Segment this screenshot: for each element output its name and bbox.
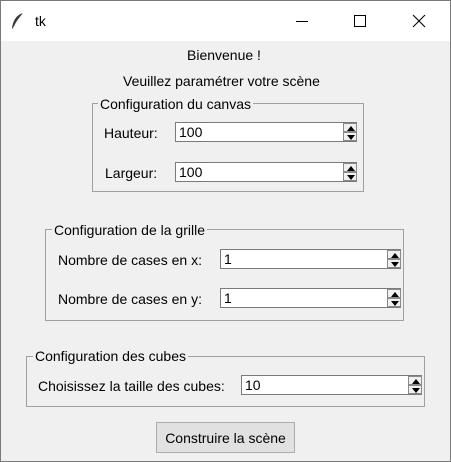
arrow-down-icon	[347, 135, 355, 140]
height-label: Hauteur:	[104, 125, 158, 141]
grid-x-spin-arrows[interactable]	[387, 250, 401, 268]
height-spin-arrows[interactable]	[343, 123, 357, 141]
maximize-button[interactable]	[331, 1, 389, 41]
instruction-label: Veuillez paramétrer votre scène	[123, 73, 320, 89]
window-title: tk	[35, 13, 46, 29]
cube-size-decrement-button[interactable]	[408, 385, 422, 394]
arrow-down-icon	[347, 175, 355, 180]
arrow-down-icon	[391, 301, 399, 306]
arrow-up-icon	[391, 253, 399, 258]
grid-y-label: Nombre de cases en y:	[58, 291, 202, 307]
width-spinbox[interactable]	[175, 162, 357, 182]
grid-y-spinbox[interactable]	[220, 288, 401, 308]
welcome-label: Bienvenue !	[187, 47, 261, 63]
height-increment-button[interactable]	[343, 123, 357, 132]
width-increment-button[interactable]	[343, 163, 357, 172]
grid-y-increment-button[interactable]	[387, 289, 401, 298]
grid-y-input[interactable]	[221, 289, 383, 307]
width-spin-arrows[interactable]	[343, 163, 357, 181]
arrow-up-icon	[412, 379, 420, 384]
grid-y-decrement-button[interactable]	[387, 298, 401, 307]
arrow-down-icon	[391, 262, 399, 267]
grid-x-spinbox[interactable]	[220, 249, 401, 269]
cube-size-spinbox[interactable]	[241, 375, 422, 395]
grid-x-label: Nombre de cases en x:	[58, 252, 202, 268]
arrow-up-icon	[347, 126, 355, 131]
app-window: tk Bienvenue ! Veuillez paramétrer votre…	[0, 0, 451, 462]
grid-config-legend: Configuration de la grille	[52, 222, 207, 238]
cube-size-spin-arrows[interactable]	[408, 376, 422, 394]
height-spinbox[interactable]	[175, 122, 357, 142]
minimize-button[interactable]	[273, 1, 331, 41]
grid-x-decrement-button[interactable]	[387, 259, 401, 268]
width-label: Largeur:	[105, 165, 158, 181]
arrow-down-icon	[412, 388, 420, 393]
maximize-icon	[354, 15, 366, 27]
feather-icon	[12, 12, 24, 29]
build-scene-button[interactable]: Construire la scène	[156, 422, 295, 453]
arrow-up-icon	[347, 166, 355, 171]
cube-config-legend: Configuration des cubes	[33, 348, 188, 364]
width-input[interactable]	[176, 163, 339, 181]
arrow-up-icon	[391, 292, 399, 297]
close-button[interactable]	[390, 1, 448, 41]
cube-size-increment-button[interactable]	[408, 376, 422, 385]
title-bar: tk	[1, 1, 450, 41]
grid-x-input[interactable]	[221, 250, 383, 268]
cube-size-label: Choisissez la taille des cubes:	[38, 378, 225, 394]
height-decrement-button[interactable]	[343, 132, 357, 141]
minimize-icon	[296, 21, 308, 22]
close-icon	[412, 14, 426, 28]
height-input[interactable]	[176, 123, 339, 141]
grid-x-increment-button[interactable]	[387, 250, 401, 259]
cube-size-input[interactable]	[242, 376, 404, 394]
width-decrement-button[interactable]	[343, 172, 357, 181]
grid-y-spin-arrows[interactable]	[387, 289, 401, 307]
canvas-config-legend: Configuration du canvas	[98, 96, 253, 112]
